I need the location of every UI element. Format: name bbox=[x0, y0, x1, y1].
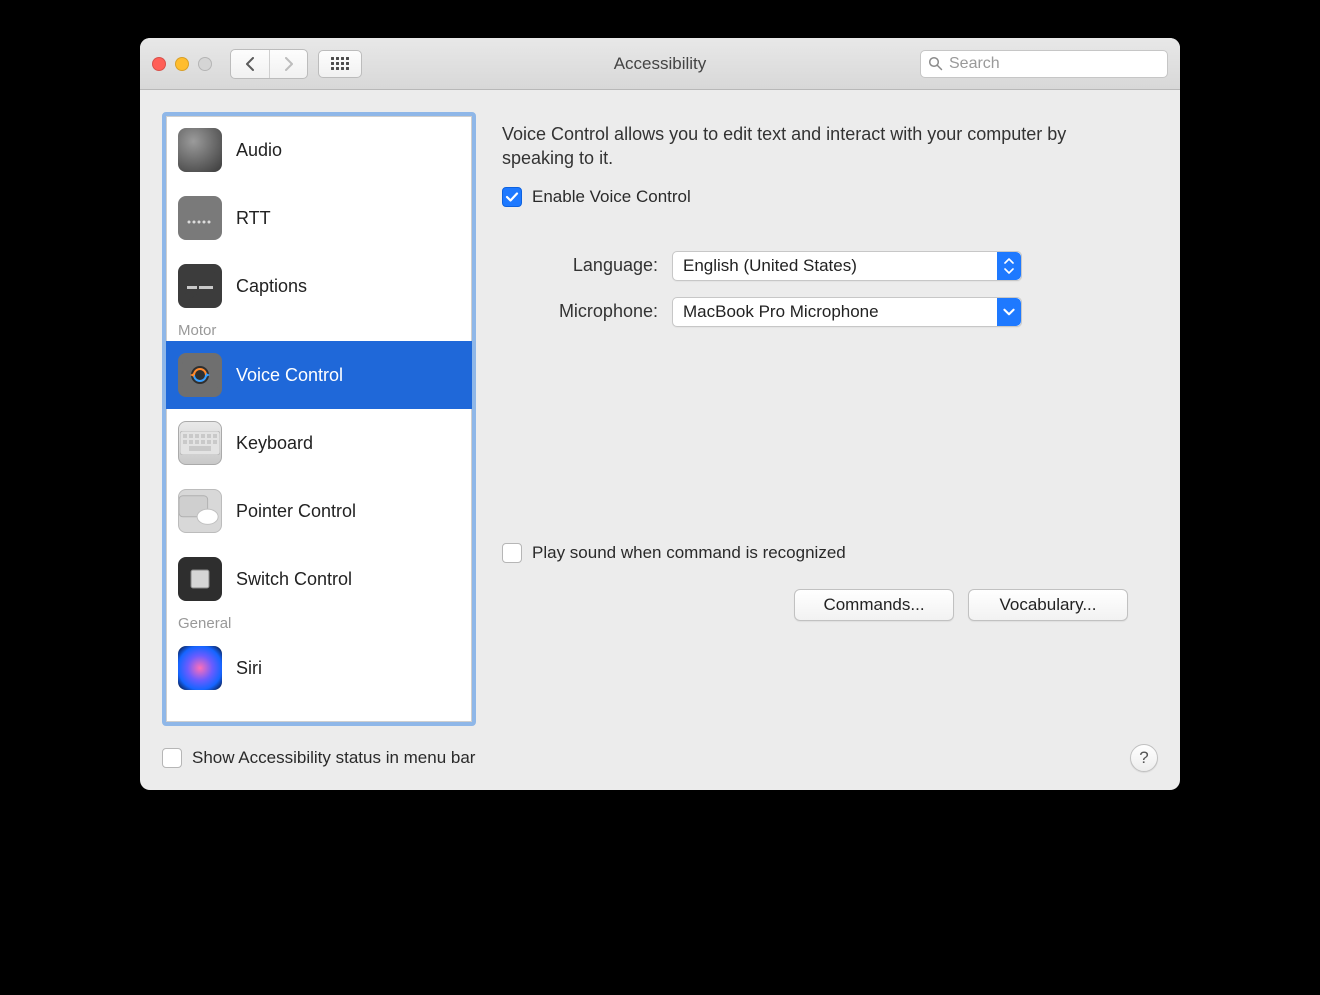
show-all-button[interactable] bbox=[318, 50, 362, 78]
sidebar-item-label: Captions bbox=[236, 276, 307, 297]
sidebar-item-label: RTT bbox=[236, 208, 271, 229]
sidebar-item-keyboard[interactable]: Keyboard bbox=[166, 409, 472, 477]
search-icon bbox=[928, 56, 943, 76]
checkbox-icon bbox=[162, 748, 182, 768]
help-button[interactable]: ? bbox=[1130, 744, 1158, 772]
pointer-control-icon bbox=[178, 489, 222, 533]
zoom-window-button bbox=[198, 57, 212, 71]
language-select[interactable]: English (United States) bbox=[672, 251, 1022, 281]
sidebar-item-captions[interactable]: Captions bbox=[166, 252, 472, 320]
category-sidebar[interactable]: Audio RTT Captions Motor Voice Control bbox=[162, 112, 476, 726]
enable-voice-control-checkbox[interactable]: Enable Voice Control bbox=[502, 187, 1152, 207]
commands-button[interactable]: Commands... bbox=[794, 589, 954, 621]
chevron-left-icon bbox=[245, 57, 255, 71]
rtt-icon bbox=[178, 196, 222, 240]
titlebar: Accessibility bbox=[140, 38, 1180, 90]
sidebar-item-label: Siri bbox=[236, 658, 262, 679]
keyboard-icon bbox=[178, 421, 222, 465]
sidebar-item-audio[interactable]: Audio bbox=[166, 116, 472, 184]
search-input[interactable] bbox=[920, 50, 1168, 78]
forward-button bbox=[269, 50, 307, 78]
sidebar-item-voice-control[interactable]: Voice Control bbox=[166, 341, 472, 409]
detail-pane: Voice Control allows you to edit text an… bbox=[498, 112, 1158, 726]
microphone-label: Microphone: bbox=[502, 301, 672, 322]
sidebar-item-label: Pointer Control bbox=[236, 501, 356, 522]
nav-segment bbox=[230, 49, 308, 79]
sidebar-group-label: General bbox=[166, 613, 472, 634]
sidebar-item-rtt[interactable]: RTT bbox=[166, 184, 472, 252]
updown-arrows-icon bbox=[997, 252, 1021, 280]
checkbox-icon bbox=[502, 543, 522, 563]
sidebar-item-label: Switch Control bbox=[236, 569, 352, 590]
sidebar-item-label: Keyboard bbox=[236, 433, 313, 454]
language-value: English (United States) bbox=[683, 256, 857, 276]
show-status-menubar-label: Show Accessibility status in menu bar bbox=[192, 748, 475, 768]
switch-control-icon bbox=[178, 557, 222, 601]
play-sound-label: Play sound when command is recognized bbox=[532, 543, 846, 563]
play-sound-checkbox[interactable]: Play sound when command is recognized bbox=[502, 543, 1152, 563]
sidebar-item-switch-control[interactable]: Switch Control bbox=[166, 545, 472, 613]
sidebar-item-label: Audio bbox=[236, 140, 282, 161]
microphone-select[interactable]: MacBook Pro Microphone bbox=[672, 297, 1022, 327]
vocabulary-button[interactable]: Vocabulary... bbox=[968, 589, 1128, 621]
enable-voice-control-label: Enable Voice Control bbox=[532, 187, 691, 207]
back-button[interactable] bbox=[231, 50, 269, 78]
minimize-window-button[interactable] bbox=[175, 57, 189, 71]
sidebar-item-label: Voice Control bbox=[236, 365, 343, 386]
show-status-menubar-checkbox[interactable]: Show Accessibility status in menu bar bbox=[162, 748, 475, 768]
window-controls bbox=[152, 57, 212, 71]
checkbox-icon bbox=[502, 187, 522, 207]
chevron-down-icon bbox=[997, 298, 1021, 326]
chevron-right-icon bbox=[284, 57, 294, 71]
sidebar-item-pointer-control[interactable]: Pointer Control bbox=[166, 477, 472, 545]
sidebar-item-siri[interactable]: Siri bbox=[166, 634, 472, 702]
grid-icon bbox=[331, 57, 349, 71]
close-window-button[interactable] bbox=[152, 57, 166, 71]
description-text: Voice Control allows you to edit text an… bbox=[502, 122, 1122, 171]
sidebar-group-label: Motor bbox=[166, 320, 472, 341]
siri-icon bbox=[178, 646, 222, 690]
captions-icon bbox=[178, 264, 222, 308]
preferences-window: Accessibility Audio RTT bbox=[140, 38, 1180, 790]
language-label: Language: bbox=[502, 255, 672, 276]
microphone-value: MacBook Pro Microphone bbox=[683, 302, 879, 322]
voice-control-icon bbox=[178, 353, 222, 397]
search-field-wrap bbox=[920, 50, 1168, 78]
speaker-icon bbox=[178, 128, 222, 172]
